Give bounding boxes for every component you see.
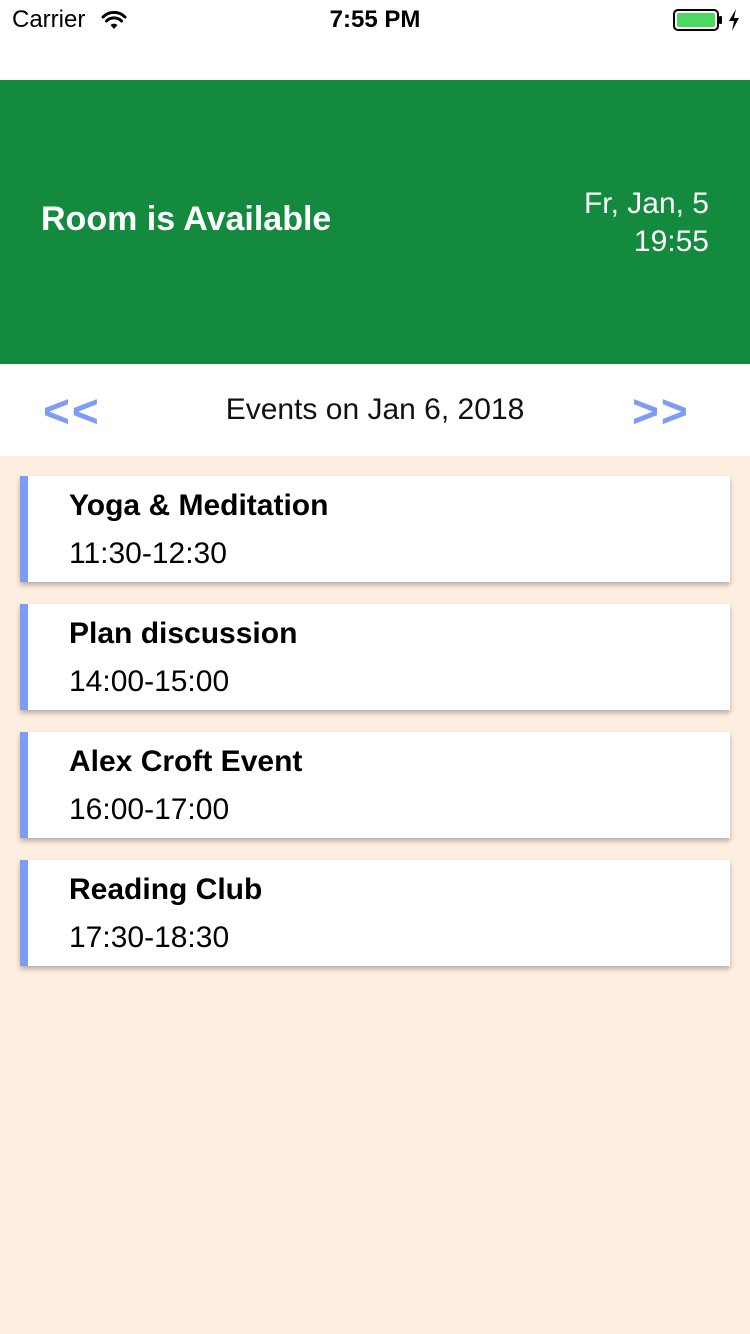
event-time: 11:30-12:30 <box>69 537 227 570</box>
event-title: Alex Croft Event <box>69 745 303 778</box>
room-status-text: Room is Available <box>41 200 332 238</box>
date-navigation: << Events on Jan 6, 2018 >> <box>0 364 750 456</box>
event-title: Reading Club <box>69 873 263 906</box>
event-title: Plan discussion <box>69 617 298 650</box>
header-spacer <box>0 40 750 80</box>
charging-bolt-icon <box>729 9 739 31</box>
status-time: 7:55 PM <box>329 6 421 33</box>
current-date: Fr, Jan, 5 <box>583 187 709 220</box>
event-card[interactable]: Reading Club 17:30-18:30 <box>20 860 730 966</box>
event-card[interactable]: Alex Croft Event 16:00-17:00 <box>20 732 730 838</box>
event-time: 17:30-18:30 <box>69 921 230 954</box>
event-card[interactable]: Yoga & Meditation 11:30-12:30 <box>20 476 730 582</box>
current-time: 19:55 <box>633 225 709 258</box>
next-day-button[interactable]: >> <box>632 386 690 436</box>
room-status-banner: Room is Available Fr, Jan, 5 19:55 <box>0 80 750 364</box>
status-bar: Carrier 7:55 PM <box>0 0 750 40</box>
event-time: 14:00-15:00 <box>69 665 230 698</box>
current-datetime: Fr, Jan, 5 19:55 <box>584 185 709 261</box>
event-card[interactable]: Plan discussion 14:00-15:00 <box>20 604 730 710</box>
battery-icon <box>673 9 722 31</box>
event-time: 16:00-17:00 <box>69 793 230 826</box>
event-title: Yoga & Meditation <box>69 489 329 522</box>
event-list: Yoga & Meditation 11:30-12:30 Plan discu… <box>20 476 730 988</box>
